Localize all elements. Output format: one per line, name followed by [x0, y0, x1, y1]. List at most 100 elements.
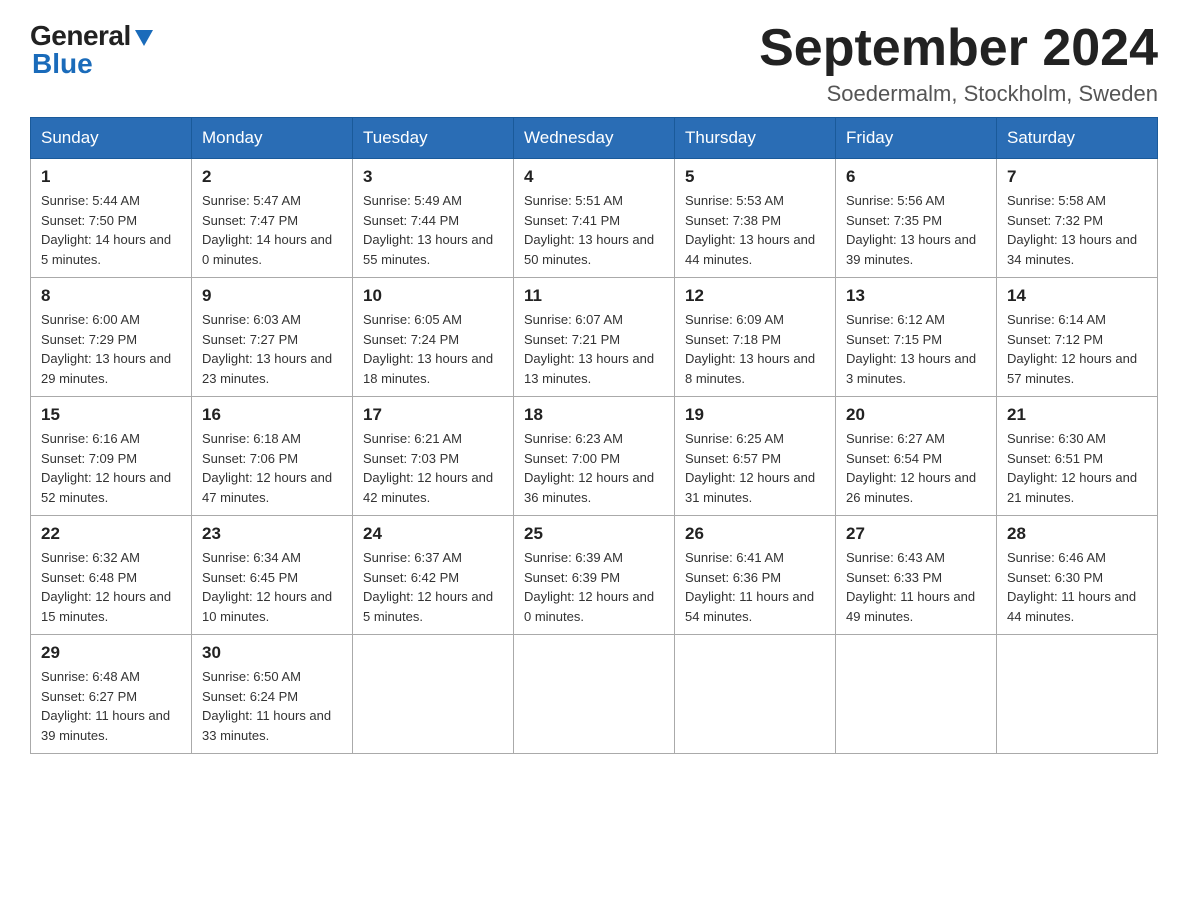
day-info: Sunrise: 5:53 AMSunset: 7:38 PMDaylight:… [685, 193, 815, 267]
day-number: 30 [202, 643, 342, 663]
day-number: 25 [524, 524, 664, 544]
day-info: Sunrise: 6:50 AMSunset: 6:24 PMDaylight:… [202, 669, 331, 743]
weekday-header-thursday: Thursday [675, 118, 836, 159]
day-number: 12 [685, 286, 825, 306]
calendar-cell: 15 Sunrise: 6:16 AMSunset: 7:09 PMDayligh… [31, 397, 192, 516]
month-title: September 2024 [759, 20, 1158, 77]
weekday-header-monday: Monday [192, 118, 353, 159]
calendar-cell: 1Sunrise: 5:44 AMSunset: 7:50 PMDaylight… [31, 159, 192, 278]
day-number: 16 [202, 405, 342, 425]
day-info: Sunrise: 5:47 AMSunset: 7:47 PMDaylight:… [202, 193, 332, 267]
calendar-cell: 8 Sunrise: 6:00 AMSunset: 7:29 PMDaylight… [31, 278, 192, 397]
calendar-cell [836, 635, 997, 754]
day-number: 14 [1007, 286, 1147, 306]
day-info: Sunrise: 6:27 AMSunset: 6:54 PMDaylight:… [846, 431, 976, 505]
day-number: 8 [41, 286, 181, 306]
location-subtitle: Soedermalm, Stockholm, Sweden [759, 81, 1158, 107]
day-number: 10 [363, 286, 503, 306]
calendar-cell: 3Sunrise: 5:49 AMSunset: 7:44 PMDaylight… [353, 159, 514, 278]
day-number: 19 [685, 405, 825, 425]
day-number: 24 [363, 524, 503, 544]
logo-text-blue: Blue [32, 48, 93, 80]
day-number: 5 [685, 167, 825, 187]
day-info: Sunrise: 6:03 AMSunset: 7:27 PMDaylight:… [202, 312, 332, 386]
day-number: 11 [524, 286, 664, 306]
calendar-cell: 7 Sunrise: 5:58 AMSunset: 7:32 PMDaylight… [997, 159, 1158, 278]
day-info: Sunrise: 6:32 AMSunset: 6:48 PMDaylight:… [41, 550, 171, 624]
day-number: 7 [1007, 167, 1147, 187]
calendar-week-row: 22 Sunrise: 6:32 AMSunset: 6:48 PMDayligh… [31, 516, 1158, 635]
calendar-cell: 4 Sunrise: 5:51 AMSunset: 7:41 PMDaylight… [514, 159, 675, 278]
calendar-cell: 2 Sunrise: 5:47 AMSunset: 7:47 PMDaylight… [192, 159, 353, 278]
day-info: Sunrise: 6:09 AMSunset: 7:18 PMDaylight:… [685, 312, 815, 386]
calendar-cell [353, 635, 514, 754]
day-info: Sunrise: 6:18 AMSunset: 7:06 PMDaylight:… [202, 431, 332, 505]
calendar-cell: 29 Sunrise: 6:48 AMSunset: 6:27 PMDayligh… [31, 635, 192, 754]
calendar-cell [675, 635, 836, 754]
day-info: Sunrise: 6:14 AMSunset: 7:12 PMDaylight:… [1007, 312, 1137, 386]
calendar-cell: 26 Sunrise: 6:41 AMSunset: 6:36 PMDayligh… [675, 516, 836, 635]
day-info: Sunrise: 6:00 AMSunset: 7:29 PMDaylight:… [41, 312, 171, 386]
calendar-cell: 6Sunrise: 5:56 AMSunset: 7:35 PMDaylight… [836, 159, 997, 278]
day-number: 23 [202, 524, 342, 544]
day-info: Sunrise: 6:05 AMSunset: 7:24 PMDaylight:… [363, 312, 493, 386]
weekday-header-friday: Friday [836, 118, 997, 159]
day-number: 27 [846, 524, 986, 544]
day-info: Sunrise: 6:43 AMSunset: 6:33 PMDaylight:… [846, 550, 975, 624]
day-number: 15 [41, 405, 181, 425]
day-number: 17 [363, 405, 503, 425]
day-number: 22 [41, 524, 181, 544]
weekday-header-saturday: Saturday [997, 118, 1158, 159]
day-number: 20 [846, 405, 986, 425]
calendar-cell: 27 Sunrise: 6:43 AMSunset: 6:33 PMDayligh… [836, 516, 997, 635]
calendar-cell: 9 Sunrise: 6:03 AMSunset: 7:27 PMDaylight… [192, 278, 353, 397]
day-info: Sunrise: 6:39 AMSunset: 6:39 PMDaylight:… [524, 550, 654, 624]
day-info: Sunrise: 5:56 AMSunset: 7:35 PMDaylight:… [846, 193, 976, 267]
calendar-cell: 21Sunrise: 6:30 AMSunset: 6:51 PMDayligh… [997, 397, 1158, 516]
calendar-table: SundayMondayTuesdayWednesdayThursdayFrid… [30, 117, 1158, 754]
day-number: 29 [41, 643, 181, 663]
day-info: Sunrise: 6:16 AMSunset: 7:09 PMDaylight:… [41, 431, 171, 505]
day-info: Sunrise: 6:23 AMSunset: 7:00 PMDaylight:… [524, 431, 654, 505]
day-number: 4 [524, 167, 664, 187]
calendar-week-row: 15 Sunrise: 6:16 AMSunset: 7:09 PMDayligh… [31, 397, 1158, 516]
day-number: 1 [41, 167, 181, 187]
calendar-cell: 30 Sunrise: 6:50 AMSunset: 6:24 PMDayligh… [192, 635, 353, 754]
calendar-cell: 28Sunrise: 6:46 AMSunset: 6:30 PMDayligh… [997, 516, 1158, 635]
day-info: Sunrise: 5:51 AMSunset: 7:41 PMDaylight:… [524, 193, 654, 267]
calendar-cell: 20 Sunrise: 6:27 AMSunset: 6:54 PMDayligh… [836, 397, 997, 516]
calendar-cell: 25 Sunrise: 6:39 AMSunset: 6:39 PMDayligh… [514, 516, 675, 635]
weekday-header-tuesday: Tuesday [353, 118, 514, 159]
calendar-cell: 17 Sunrise: 6:21 AMSunset: 7:03 PMDayligh… [353, 397, 514, 516]
day-number: 3 [363, 167, 503, 187]
day-info: Sunrise: 5:58 AMSunset: 7:32 PMDaylight:… [1007, 193, 1137, 267]
day-info: Sunrise: 6:48 AMSunset: 6:27 PMDaylight:… [41, 669, 170, 743]
day-number: 9 [202, 286, 342, 306]
day-info: Sunrise: 6:41 AMSunset: 6:36 PMDaylight:… [685, 550, 814, 624]
day-info: Sunrise: 6:07 AMSunset: 7:21 PMDaylight:… [524, 312, 654, 386]
calendar-cell: 14 Sunrise: 6:14 AMSunset: 7:12 PMDayligh… [997, 278, 1158, 397]
title-area: September 2024 Soedermalm, Stockholm, Sw… [759, 20, 1158, 107]
weekday-header-wednesday: Wednesday [514, 118, 675, 159]
calendar-cell: 22 Sunrise: 6:32 AMSunset: 6:48 PMDayligh… [31, 516, 192, 635]
calendar-cell: 23 Sunrise: 6:34 AMSunset: 6:45 PMDayligh… [192, 516, 353, 635]
weekday-header-sunday: Sunday [31, 118, 192, 159]
day-info: Sunrise: 6:25 AMSunset: 6:57 PMDaylight:… [685, 431, 815, 505]
day-info: Sunrise: 6:37 AMSunset: 6:42 PMDaylight:… [363, 550, 493, 624]
calendar-cell: 11 Sunrise: 6:07 AMSunset: 7:21 PMDayligh… [514, 278, 675, 397]
day-number: 18 [524, 405, 664, 425]
day-number: 2 [202, 167, 342, 187]
logo-triangle-icon [133, 26, 155, 48]
calendar-week-row: 1Sunrise: 5:44 AMSunset: 7:50 PMDaylight… [31, 159, 1158, 278]
calendar-cell: 24 Sunrise: 6:37 AMSunset: 6:42 PMDayligh… [353, 516, 514, 635]
calendar-cell: 5 Sunrise: 5:53 AMSunset: 7:38 PMDaylight… [675, 159, 836, 278]
calendar-cell: 13 Sunrise: 6:12 AMSunset: 7:15 PMDayligh… [836, 278, 997, 397]
day-info: Sunrise: 6:21 AMSunset: 7:03 PMDaylight:… [363, 431, 493, 505]
calendar-cell: 18 Sunrise: 6:23 AMSunset: 7:00 PMDayligh… [514, 397, 675, 516]
day-info: Sunrise: 6:12 AMSunset: 7:15 PMDaylight:… [846, 312, 976, 386]
day-number: 13 [846, 286, 986, 306]
day-number: 26 [685, 524, 825, 544]
day-info: Sunrise: 6:34 AMSunset: 6:45 PMDaylight:… [202, 550, 332, 624]
logo: General Blue [30, 20, 155, 80]
weekday-header-row: SundayMondayTuesdayWednesdayThursdayFrid… [31, 118, 1158, 159]
